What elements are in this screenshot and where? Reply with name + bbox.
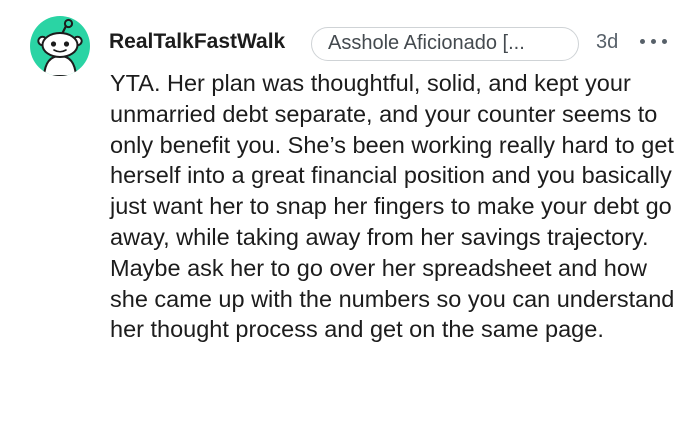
timestamp: 3d <box>596 31 619 53</box>
snoo-avatar-icon <box>37 18 83 76</box>
more-horizontal-icon <box>662 39 667 44</box>
more-horizontal-icon <box>651 39 656 44</box>
avatar[interactable] <box>30 16 90 76</box>
more-options-button[interactable] <box>640 32 668 52</box>
comment: RealTalkFastWalk Asshole Aficionado [...… <box>0 0 700 447</box>
user-flair: Asshole Aficionado [... <box>311 27 579 61</box>
more-horizontal-icon <box>640 39 645 44</box>
username[interactable]: RealTalkFastWalk <box>109 30 285 54</box>
comment-body: YTA. Her plan was thoughtful, solid, and… <box>110 70 675 343</box>
